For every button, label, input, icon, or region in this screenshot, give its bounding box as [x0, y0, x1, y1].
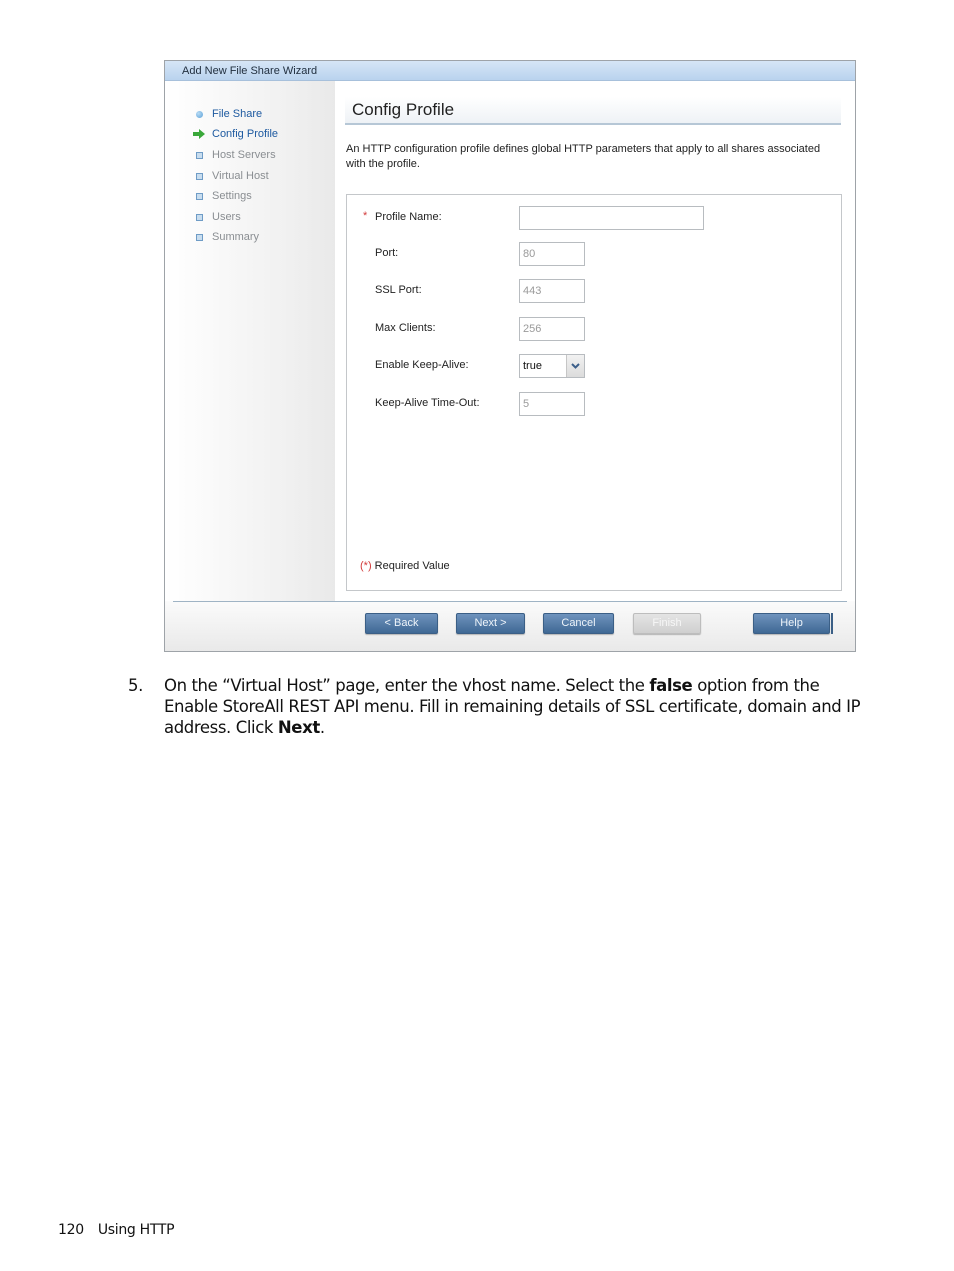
nav-item-label: Virtual Host: [212, 170, 269, 182]
nav-item-label: Config Profile: [212, 128, 279, 140]
nav-item-label: Users: [212, 211, 241, 223]
keep-alive-timeout-input[interactable]: [519, 392, 585, 416]
keep-alive-label: Enable Keep-Alive:: [375, 359, 469, 371]
arrow-right-icon: [193, 128, 205, 140]
keep-alive-select[interactable]: true: [519, 354, 585, 378]
profile-name-row: * Profile Name:: [347, 206, 841, 230]
nav-item-file-share[interactable]: File Share: [193, 106, 262, 122]
profile-name-label: Profile Name:: [375, 211, 442, 223]
profile-name-input[interactable]: [519, 206, 704, 230]
square-icon: [193, 170, 205, 182]
next-button[interactable]: Next >: [456, 613, 525, 634]
square-icon: [193, 231, 205, 243]
max-clients-input[interactable]: [519, 317, 585, 341]
step-bold-next: Next: [277, 718, 320, 737]
square-icon: [193, 211, 205, 223]
wizard-title: Add New File Share Wizard: [165, 61, 855, 81]
step-number: 5.: [128, 676, 143, 695]
help-button[interactable]: Help: [753, 613, 830, 634]
max-clients-row: Max Clients:: [347, 317, 841, 341]
square-icon: [193, 190, 205, 202]
port-label: Port:: [375, 247, 399, 259]
config-profile-form: * Profile Name: Port: SSL Port: Max Clie…: [346, 194, 842, 591]
chevron-down-icon[interactable]: [566, 355, 584, 377]
nav-item-config-profile[interactable]: Config Profile: [193, 126, 278, 142]
keep-alive-value: true: [523, 360, 542, 372]
port-row: Port:: [347, 242, 841, 266]
step-text-part: .: [319, 718, 325, 737]
step-text: On the “Virtual Host” page, enter the vh…: [164, 675, 864, 738]
keep-alive-row: Enable Keep-Alive: true: [347, 354, 841, 378]
step-text-part: On the “Virtual Host” page, enter the vh…: [164, 676, 650, 695]
cancel-button[interactable]: Cancel: [543, 613, 614, 634]
required-value-note: (*) Required Value: [360, 560, 450, 572]
ssl-port-label: SSL Port:: [375, 284, 422, 296]
nav-item-host-servers[interactable]: Host Servers: [193, 147, 276, 163]
section-title: Using HTTP: [97, 1222, 175, 1238]
footer-divider: [173, 601, 847, 602]
page-number: 120: [58, 1222, 84, 1238]
nav-item-summary[interactable]: Summary: [193, 229, 259, 245]
ssl-port-row: SSL Port:: [347, 279, 841, 303]
keep-alive-timeout-label: Keep-Alive Time-Out:: [375, 397, 480, 409]
nav-item-settings[interactable]: Settings: [193, 188, 252, 204]
ssl-port-input[interactable]: [519, 279, 585, 303]
max-clients-label: Max Clients:: [375, 322, 436, 334]
wizard-footer: < Back Next > Cancel Finish Help: [165, 601, 855, 651]
port-input[interactable]: [519, 242, 585, 266]
required-marker: *: [363, 210, 368, 222]
step-bold-false: false: [649, 676, 693, 695]
finish-button[interactable]: Finish: [633, 613, 701, 634]
nav-item-label: Summary: [212, 231, 260, 243]
nav-item-label: File Share: [212, 108, 263, 120]
dot-icon: [193, 108, 205, 120]
nav-item-users[interactable]: Users: [193, 209, 241, 225]
nav-item-label: Settings: [212, 190, 252, 202]
nav-item-label: Host Servers: [212, 149, 276, 161]
wizard-window: Add New File Share Wizard File Share Con…: [164, 60, 856, 652]
wizard-content: Config Profile An HTTP configuration pro…: [335, 81, 855, 601]
footer-edge-divider: [831, 613, 833, 634]
wizard-step-nav: File Share Config Profile Host Servers V…: [165, 81, 335, 601]
nav-item-virtual-host[interactable]: Virtual Host: [193, 168, 269, 184]
back-button[interactable]: < Back: [365, 613, 438, 634]
required-note-star: (*): [360, 560, 372, 572]
square-icon: [193, 149, 205, 161]
required-note-text: Required Value: [371, 560, 450, 572]
page-footer: 120 Using HTTP: [58, 1222, 175, 1238]
page-title: Config Profile: [345, 97, 841, 125]
keep-alive-timeout-row: Keep-Alive Time-Out:: [347, 392, 841, 416]
page-description: An HTTP configuration profile defines gl…: [346, 143, 821, 170]
